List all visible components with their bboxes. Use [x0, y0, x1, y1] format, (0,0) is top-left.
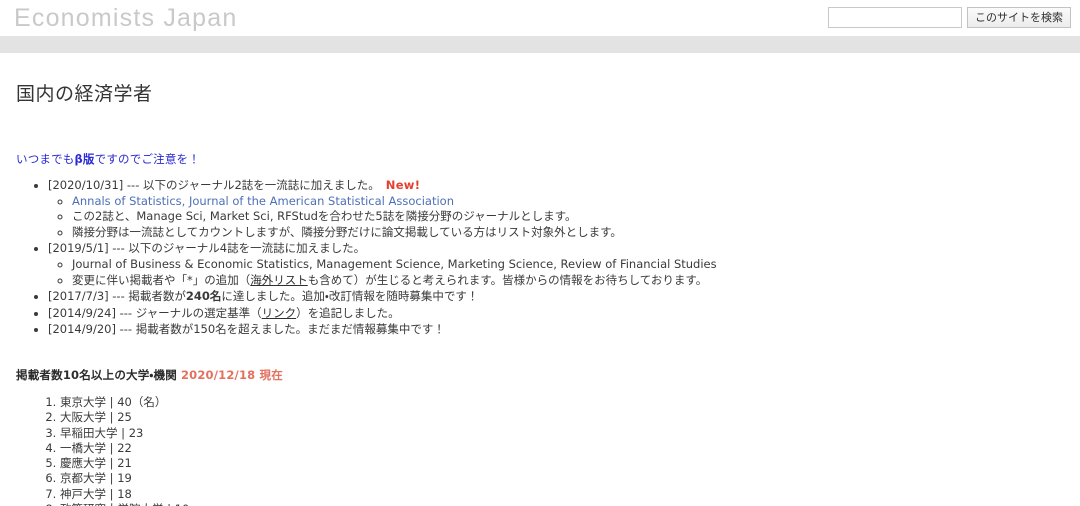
- update-text: [2019/5/1] --- 以下のジャーナル4誌を一流誌に加えました。: [48, 241, 366, 256]
- university-name: 慶應大学: [60, 456, 106, 471]
- update-text-before: [2014/9/24] --- ジャーナルの選定基準（: [48, 305, 262, 320]
- university-count: 22: [117, 440, 132, 455]
- heading-suffix: 以上の大学・機関: [90, 367, 177, 382]
- update-item: [2014/9/20] --- 掲載者数が150名を超えました。まだまだ情報募集…: [48, 322, 1064, 338]
- update-count-bold: 240名: [185, 289, 222, 304]
- subitem-text-before: 変更に伴い掲載者や「*」の追加（: [72, 272, 251, 287]
- update-item: [2014/9/24] --- ジャーナルの選定基準（リンク）を追記しました。: [48, 306, 1064, 322]
- university-name: 大阪大学: [60, 410, 106, 425]
- beta-notice-emphasis: β版: [74, 152, 95, 166]
- university-name: 京都大学: [60, 471, 106, 486]
- university-count: 21: [117, 456, 132, 471]
- beta-notice-suffix: ですのでご注意を！: [94, 152, 200, 166]
- update-text-after: ）を追記しました。: [296, 305, 400, 320]
- new-badge: New!: [385, 178, 421, 192]
- update-subitem: 隣接分野は一流誌としてカウントしますが、隣接分野だけに論文掲載している方はリスト…: [72, 225, 1064, 241]
- separator: |: [167, 502, 171, 506]
- university-count: 23: [128, 425, 144, 440]
- list-item: 慶應大学 | 21: [60, 456, 1064, 471]
- search-area: このサイトを検索: [828, 7, 1071, 28]
- nav-band: [0, 36, 1080, 53]
- ranking-section-heading: 掲載者数10名以上の大学・機関 2020/12/18 現在: [16, 367, 1064, 383]
- university-count: 18: [117, 486, 132, 501]
- list-item: 京都大学 | 19: [60, 471, 1064, 486]
- update-subitem: Journal of Business & Economic Statistic…: [72, 257, 1064, 273]
- separator: |: [109, 456, 114, 471]
- list-item: 一橋大学 | 22: [60, 441, 1064, 456]
- site-header: Economists Japan このサイトを検索: [0, 0, 1080, 36]
- list-item: 大阪大学 | 25: [60, 410, 1064, 425]
- university-name: 東京大学: [60, 394, 106, 409]
- list-item: 神戸大学 | 18: [60, 487, 1064, 502]
- separator: |: [109, 471, 114, 486]
- search-input[interactable]: [828, 7, 962, 28]
- update-sublist: Annals of Statistics, Journal of the Ame…: [48, 194, 1064, 241]
- university-name: 一橋大学: [60, 440, 106, 455]
- update-subitem: この2誌と、Manage Sci, Market Sci, RFStudを合わせ…: [72, 209, 1064, 225]
- update-subitem: 変更に伴い掲載者や「*」の追加（海外リストも含めて）が生じると考えられます。皆様…: [72, 273, 1064, 289]
- university-name: 政策研究大学院大学: [60, 502, 164, 506]
- list-item: 政策研究大学院大学 | 10: [60, 502, 1064, 506]
- update-sublist: Journal of Business & Economic Statistic…: [48, 257, 1064, 288]
- heading-prefix: 掲載者数: [16, 367, 63, 382]
- university-name: 神戸大学: [60, 486, 106, 501]
- main-content: 国内の経済学者 いつまでもβ版ですのでご注意を！ [2020/10/31] --…: [0, 79, 1080, 506]
- separator: |: [109, 410, 114, 425]
- beta-notice-prefix: いつまでも: [16, 152, 75, 166]
- beta-notice: いつまでもβ版ですのでご注意を！: [16, 151, 1064, 167]
- update-subitem: Annals of Statistics, Journal of the Ame…: [72, 194, 1064, 210]
- updates-list: [2020/10/31] --- 以下のジャーナル2誌を一流誌に加えました。 Ne…: [16, 178, 1064, 338]
- separator: |: [109, 440, 114, 455]
- separator: |: [109, 486, 114, 501]
- update-item: [2019/5/1] --- 以下のジャーナル4誌を一流誌に加えました。 Jou…: [48, 241, 1064, 288]
- subitem-text-after: も含めて）が生じると考えられます。皆様からの情報をお待ちしております。: [307, 272, 708, 287]
- update-text: [2020/10/31] --- 以下のジャーナル2誌を一流誌に加えました。: [48, 178, 380, 192]
- list-item: 早稲田大学 | 23: [60, 426, 1064, 441]
- update-item: [2017/7/3] --- 掲載者数が240名に達しました。追加・改訂情報を随…: [48, 289, 1064, 305]
- university-name: 早稲田大学: [60, 425, 118, 440]
- site-title: Economists Japan: [14, 4, 238, 32]
- university-count: 40（名）: [117, 394, 167, 409]
- overseas-list-link[interactable]: 海外リスト: [250, 273, 308, 287]
- search-button[interactable]: このサイトを検索: [967, 7, 1071, 28]
- separator: |: [109, 394, 114, 409]
- university-ranking-list: 東京大学 | 40（名） 大阪大学 | 25 早稲田大学 | 23 一橋大学 |…: [16, 395, 1064, 506]
- page-root: Economists Japan このサイトを検索 国内の経済学者 いつまでもβ…: [0, 0, 1080, 506]
- university-count: 19: [117, 471, 132, 486]
- update-text-after: に達しました。追加・改訂情報を随時募集中です！: [221, 289, 479, 304]
- heading-count: 10名: [62, 367, 91, 382]
- criteria-link[interactable]: リンク: [262, 306, 297, 320]
- page-title: 国内の経済学者: [16, 83, 153, 105]
- update-item: [2020/10/31] --- 以下のジャーナル2誌を一流誌に加えました。 Ne…: [48, 178, 1064, 240]
- university-count: 10: [175, 502, 190, 506]
- separator: |: [121, 425, 126, 440]
- list-item: 東京大学 | 40（名）: [60, 395, 1064, 410]
- update-text-before: [2017/7/3] --- 掲載者数が: [48, 289, 186, 304]
- university-count: 25: [117, 410, 132, 425]
- as-of-date: 2020/12/18 現在: [180, 367, 283, 382]
- journal-link[interactable]: Annals of Statistics, Journal of the Ame…: [72, 194, 454, 208]
